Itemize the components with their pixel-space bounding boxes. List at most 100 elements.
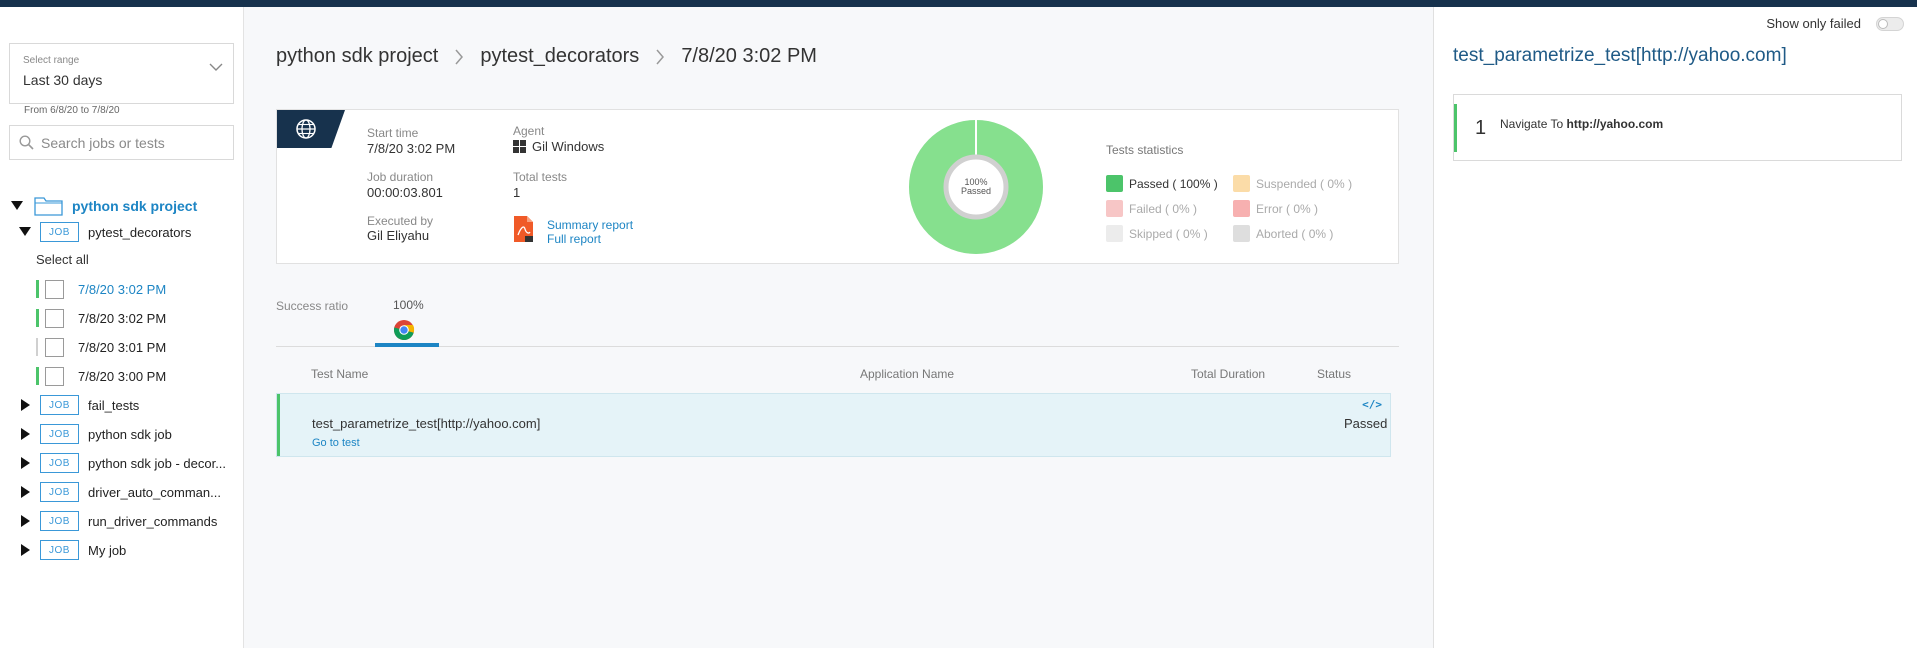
start-time-value: 7/8/20 3:02 PM bbox=[367, 141, 456, 156]
active-tab-indicator bbox=[375, 343, 439, 347]
stat-aborted-label: Aborted ( 0% ) bbox=[1256, 226, 1334, 241]
range-select[interactable]: Select range Last 30 days bbox=[9, 43, 234, 104]
run-status-bar bbox=[36, 280, 39, 298]
run-item[interactable]: 7/8/20 3:01 PM bbox=[36, 335, 236, 359]
test-details-panel: Show only failed test_parametrize_test[h… bbox=[1433, 7, 1917, 648]
run-label: 7/8/20 3:02 PM bbox=[78, 311, 167, 326]
job-name: driver_auto_comman... bbox=[88, 485, 221, 500]
total-tests-value: 1 bbox=[513, 185, 521, 200]
run-checkbox[interactable] bbox=[45, 367, 64, 386]
run-item[interactable]: 7/8/20 3:02 PM bbox=[36, 306, 236, 330]
expand-toggle-icon[interactable] bbox=[21, 515, 30, 527]
row-status: Passed bbox=[1344, 416, 1388, 431]
header-application-name[interactable]: Application Name bbox=[860, 367, 954, 381]
stat-error-label: Error ( 0% ) bbox=[1256, 201, 1319, 216]
search-input[interactable] bbox=[41, 132, 226, 154]
summary-report-link[interactable]: Summary report bbox=[547, 218, 633, 232]
job-badge: JOB bbox=[40, 540, 79, 560]
chevron-right-icon bbox=[655, 48, 665, 66]
agent-label: Agent bbox=[513, 124, 545, 138]
expand-toggle-icon[interactable] bbox=[19, 227, 31, 236]
pdf-icon bbox=[514, 216, 533, 242]
expand-toggle-icon[interactable] bbox=[11, 201, 23, 210]
run-checkbox[interactable] bbox=[45, 280, 64, 299]
step-status-bar bbox=[1454, 104, 1457, 152]
step-item[interactable]: 1 Navigate To http://yahoo.com bbox=[1453, 94, 1902, 161]
expand-toggle-icon[interactable] bbox=[21, 428, 30, 440]
total-tests-label: Total tests bbox=[513, 170, 568, 184]
stat-skipped-label: Skipped ( 0% ) bbox=[1129, 226, 1208, 241]
run-item[interactable]: 7/8/20 3:02 PM bbox=[36, 277, 236, 301]
stat-error: Error ( 0% ) bbox=[1233, 200, 1318, 217]
stat-failed: Failed ( 0% ) bbox=[1106, 200, 1197, 217]
stat-skipped-swatch bbox=[1106, 225, 1123, 242]
expand-toggle-icon[interactable] bbox=[21, 399, 30, 411]
search-box bbox=[9, 125, 234, 160]
stat-failed-swatch bbox=[1106, 200, 1123, 217]
select-all-link[interactable]: Select all bbox=[36, 252, 89, 267]
run-status-bar bbox=[36, 309, 39, 327]
header-total-duration[interactable]: Total Duration bbox=[1191, 367, 1265, 381]
run-item[interactable]: 7/8/20 3:00 PM bbox=[36, 364, 236, 388]
job-badge: JOB bbox=[40, 395, 79, 415]
job-badge: JOB bbox=[40, 511, 79, 531]
search-icon bbox=[19, 135, 34, 150]
browser-tab-percent: 100% bbox=[393, 298, 424, 312]
job-badge: JOB bbox=[40, 222, 79, 242]
run-checkbox[interactable] bbox=[45, 309, 64, 328]
tree-job[interactable]: JOB python sdk job bbox=[0, 422, 244, 446]
tree-job[interactable]: JOB run_driver_commands bbox=[0, 509, 244, 533]
job-name: My job bbox=[88, 543, 127, 558]
folder-icon bbox=[34, 197, 63, 216]
stat-suspended-swatch bbox=[1233, 175, 1250, 192]
full-report-link[interactable]: Full report bbox=[547, 232, 601, 246]
job-badge: JOB bbox=[40, 424, 79, 444]
tree-job[interactable]: JOB driver_auto_comman... bbox=[0, 480, 244, 504]
job-duration-value: 00:00:03.801 bbox=[367, 185, 443, 200]
tree-project[interactable]: python sdk project bbox=[0, 194, 244, 218]
sidebar: Select range Last 30 days From 6/8/20 to… bbox=[0, 7, 244, 648]
expand-toggle-icon[interactable] bbox=[21, 457, 30, 469]
tree-job[interactable]: JOB python sdk job - decor... bbox=[0, 451, 244, 475]
step-text: Navigate To http://yahoo.com bbox=[1500, 117, 1663, 131]
stat-failed-label: Failed ( 0% ) bbox=[1129, 201, 1198, 216]
expand-toggle-icon[interactable] bbox=[21, 544, 30, 556]
run-status-bar bbox=[36, 338, 38, 356]
stat-passed-label: Passed ( 100% ) bbox=[1129, 176, 1218, 191]
test-title: test_parametrize_test[http://yahoo.com] bbox=[1453, 45, 1787, 66]
go-to-test-link[interactable]: Go to test bbox=[312, 437, 360, 449]
step-number: 1 bbox=[1475, 117, 1487, 139]
breadcrumb-project[interactable]: python sdk project bbox=[276, 45, 438, 68]
breadcrumb-run: 7/8/20 3:02 PM bbox=[681, 45, 817, 67]
tree-job[interactable]: JOB fail_tests bbox=[0, 393, 244, 417]
show-only-failed-label: Show only failed bbox=[1766, 16, 1861, 31]
top-bar bbox=[0, 0, 1917, 7]
breadcrumb-job[interactable]: pytest_decorators bbox=[480, 45, 639, 68]
show-only-failed-toggle[interactable] bbox=[1876, 17, 1904, 31]
header-status[interactable]: Status bbox=[1317, 367, 1351, 381]
row-test-name: test_parametrize_test[http://yahoo.com] bbox=[312, 416, 541, 431]
tree-job-open[interactable]: JOB pytest_decorators bbox=[0, 220, 244, 244]
row-status-bar bbox=[277, 394, 280, 456]
run-checkbox[interactable] bbox=[45, 338, 64, 357]
stat-skipped: Skipped ( 0% ) bbox=[1106, 225, 1208, 242]
step-url: http://yahoo.com bbox=[1566, 117, 1664, 131]
run-label: 7/8/20 3:01 PM bbox=[78, 340, 167, 355]
table-row[interactable]: </> test_parametrize_test[http://yahoo.c… bbox=[276, 393, 1391, 457]
expand-toggle-icon[interactable] bbox=[21, 486, 30, 498]
chrome-icon[interactable] bbox=[393, 319, 415, 341]
code-icon[interactable]: </> bbox=[1362, 398, 1382, 411]
run-label: 7/8/20 3:02 PM bbox=[78, 282, 167, 297]
job-name: run_driver_commands bbox=[88, 514, 218, 529]
globe-icon bbox=[296, 119, 316, 139]
header-test-name[interactable]: Test Name bbox=[311, 367, 368, 381]
range-dates: From 6/8/20 to 7/8/20 bbox=[24, 105, 120, 116]
stat-passed-swatch bbox=[1106, 175, 1123, 192]
job-duration-label: Job duration bbox=[367, 170, 434, 184]
job-info-card: Start time 7/8/20 3:02 PM Job duration 0… bbox=[276, 109, 1399, 264]
donut-center bbox=[943, 154, 1009, 220]
tree-job[interactable]: JOB My job bbox=[0, 538, 244, 562]
stat-suspended-label: Suspended ( 0% ) bbox=[1256, 176, 1353, 191]
range-label: Select range bbox=[23, 55, 80, 66]
executed-by-label: Executed by bbox=[367, 214, 434, 228]
